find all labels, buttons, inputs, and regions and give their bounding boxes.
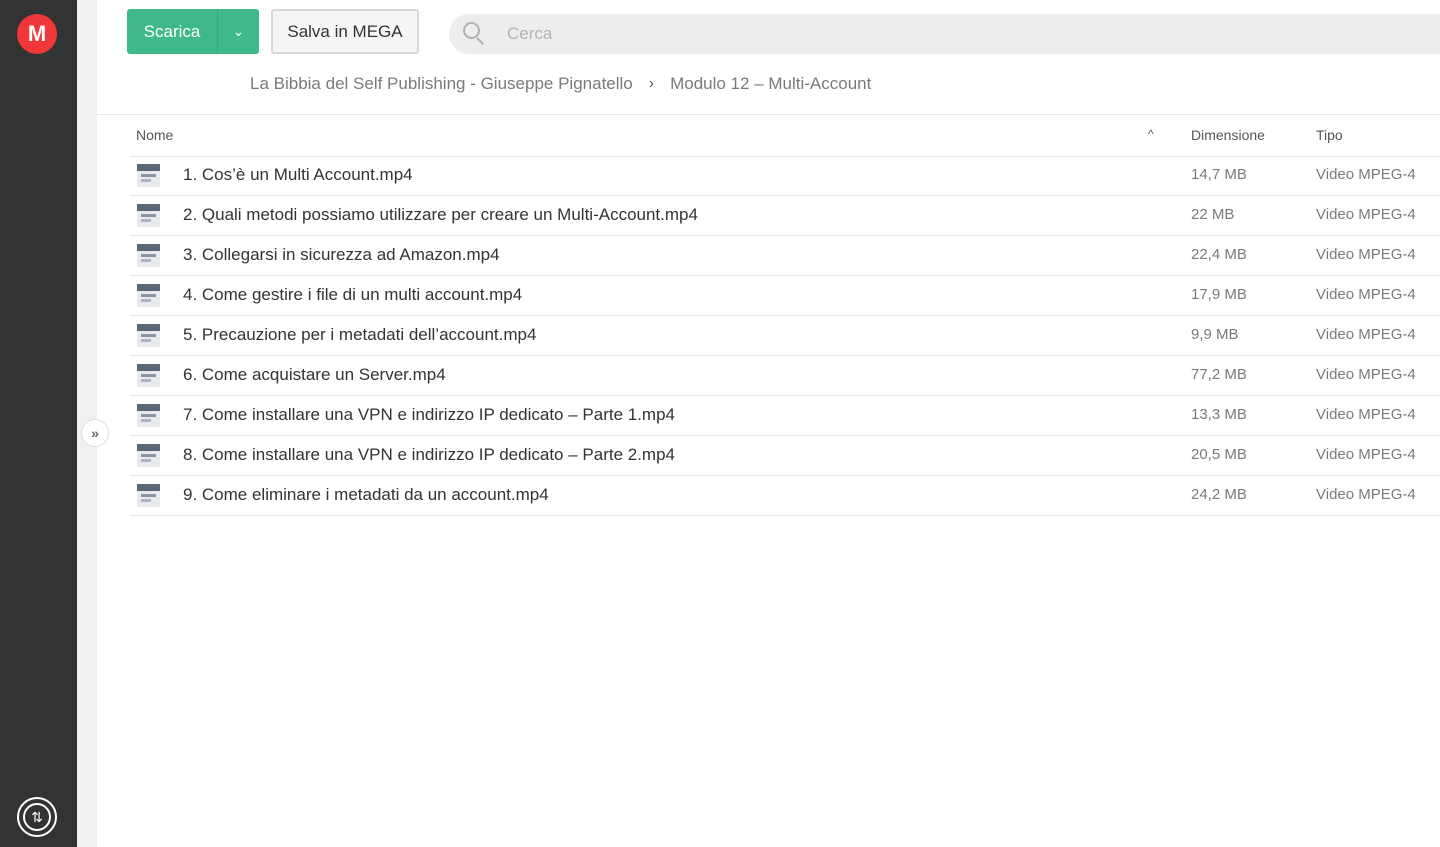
file-size: 14,7 MB [1191, 166, 1247, 183]
left-rail: M ⇅ [0, 0, 77, 847]
video-thumbnail-icon [137, 204, 160, 227]
table-row[interactable]: 5. Precauzione per i metadati dell’accou… [130, 316, 1440, 356]
file-size: 24,2 MB [1191, 486, 1247, 503]
logo-letter: M [27, 21, 47, 46]
sort-asc-icon[interactable]: ^ [1148, 127, 1154, 141]
file-size: 17,9 MB [1191, 286, 1247, 303]
download-button[interactable]: Scarica ⌄ [127, 9, 259, 54]
video-thumbnail-icon [137, 164, 160, 187]
file-type: Video MPEG-4 [1316, 166, 1416, 183]
column-header-size[interactable]: Dimensione [1191, 127, 1265, 143]
file-type: Video MPEG-4 [1316, 406, 1416, 423]
chevron-down-icon[interactable]: ⌄ [217, 9, 259, 54]
file-type: Video MPEG-4 [1316, 286, 1416, 303]
file-type: Video MPEG-4 [1316, 446, 1416, 463]
video-thumbnail-icon [137, 244, 160, 267]
search-input[interactable] [507, 14, 1407, 54]
table-row[interactable]: 3. Collegarsi in sicurezza ad Amazon.mp4… [130, 236, 1440, 276]
breadcrumb: La Bibbia del Self Publishing - Giuseppe… [250, 72, 871, 96]
file-size: 20,5 MB [1191, 446, 1247, 463]
video-thumbnail-icon [137, 364, 160, 387]
column-header-type[interactable]: Tipo [1316, 127, 1343, 143]
video-thumbnail-icon [137, 484, 160, 507]
file-size: 77,2 MB [1191, 366, 1247, 383]
breadcrumb-item-current[interactable]: Modulo 12 – Multi-Account [670, 74, 871, 94]
file-name: 8. Come installare una VPN e indirizzo I… [183, 445, 676, 464]
table-row[interactable]: 2. Quali metodi possiamo utilizzare per … [130, 196, 1440, 236]
chevron-right-icon: › [648, 75, 655, 92]
table-row[interactable]: 8. Come installare una VPN e indirizzo I… [130, 436, 1440, 476]
download-button-label: Scarica [143, 21, 201, 41]
file-name: 5. Precauzione per i metadati dell’accou… [183, 325, 537, 344]
video-thumbnail-icon [137, 284, 160, 307]
mega-logo-icon[interactable]: M [17, 14, 57, 54]
expand-sidebar-icon[interactable]: » [81, 419, 109, 447]
file-type: Video MPEG-4 [1316, 206, 1416, 223]
file-list: 1. Cos’è un Multi Account.mp4 14,7 MB Vi… [130, 156, 1440, 516]
table-header: Nome ^ Dimensione Tipo [130, 115, 1440, 157]
file-name: 4. Come gestire i file di un multi accou… [183, 285, 523, 304]
column-header-name[interactable]: Nome [136, 127, 173, 143]
table-row[interactable]: 9. Come eliminare i metadati da un accou… [130, 476, 1440, 516]
video-thumbnail-icon [137, 324, 160, 347]
table-row[interactable]: 6. Come acquistare un Server.mp4 77,2 MB… [130, 356, 1440, 396]
table-row[interactable]: 7. Come installare una VPN e indirizzo I… [130, 396, 1440, 436]
file-name: 2. Quali metodi possiamo utilizzare per … [183, 205, 698, 224]
file-name: 6. Come acquistare un Server.mp4 [183, 365, 446, 384]
search-bar [449, 14, 1440, 54]
file-name: 7. Come installare una VPN e indirizzo I… [183, 405, 676, 424]
video-thumbnail-icon [137, 444, 160, 467]
search-icon [463, 22, 485, 46]
breadcrumb-item-root[interactable]: La Bibbia del Self Publishing - Giuseppe… [250, 74, 633, 94]
file-type: Video MPEG-4 [1316, 326, 1416, 343]
file-name: 3. Collegarsi in sicurezza ad Amazon.mp4 [183, 245, 500, 264]
file-type: Video MPEG-4 [1316, 366, 1416, 383]
file-name: 9. Come eliminare i metadati da un accou… [183, 485, 549, 504]
file-size: 22 MB [1191, 206, 1235, 223]
save-to-mega-button[interactable]: Salva in MEGA [271, 9, 419, 54]
file-size: 13,3 MB [1191, 406, 1247, 423]
table-row[interactable]: 1. Cos’è un Multi Account.mp4 14,7 MB Vi… [130, 156, 1440, 196]
video-thumbnail-icon [137, 404, 160, 427]
transfers-icon[interactable]: ⇅ [17, 797, 57, 837]
table-row[interactable]: 4. Come gestire i file di un multi accou… [130, 276, 1440, 316]
file-type: Video MPEG-4 [1316, 246, 1416, 263]
file-size: 9,9 MB [1191, 326, 1239, 343]
file-size: 22,4 MB [1191, 246, 1247, 263]
file-name: 1. Cos’è un Multi Account.mp4 [183, 165, 413, 184]
file-type: Video MPEG-4 [1316, 486, 1416, 503]
transfers-arrows-icon: ⇅ [23, 803, 51, 831]
